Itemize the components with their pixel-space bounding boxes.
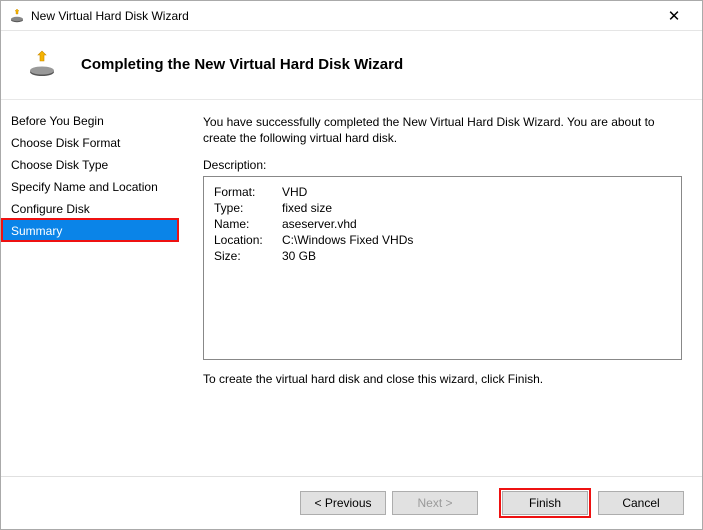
step-choose-disk-format[interactable]: Choose Disk Format	[1, 132, 179, 154]
summary-value: VHD	[282, 185, 307, 199]
app-icon	[9, 8, 25, 24]
wizard-window: New Virtual Hard Disk Wizard ✕ Completin…	[0, 0, 703, 530]
wizard-content: You have successfully completed the New …	[179, 100, 702, 476]
next-button: Next >	[392, 491, 478, 515]
summary-value: 30 GB	[282, 249, 316, 263]
close-button[interactable]: ✕	[654, 7, 694, 25]
titlebar: New Virtual Hard Disk Wizard ✕	[1, 1, 702, 31]
wizard-heading: Completing the New Virtual Hard Disk Wiz…	[81, 56, 403, 73]
summary-value: fixed size	[282, 201, 332, 215]
summary-row-name: Name: aseserver.vhd	[214, 217, 671, 231]
finish-button[interactable]: Finish	[502, 491, 588, 515]
step-specify-name-location[interactable]: Specify Name and Location	[1, 176, 179, 198]
summary-outro-text: To create the virtual hard disk and clos…	[203, 372, 682, 386]
summary-key: Location:	[214, 233, 282, 247]
step-configure-disk[interactable]: Configure Disk	[1, 198, 179, 220]
wizard-icon	[27, 49, 57, 79]
summary-key: Format:	[214, 185, 282, 199]
step-before-you-begin[interactable]: Before You Begin	[1, 110, 179, 132]
summary-row-location: Location: C:\Windows Fixed VHDs	[214, 233, 671, 247]
summary-key: Type:	[214, 201, 282, 215]
cancel-button[interactable]: Cancel	[598, 491, 684, 515]
window-title: New Virtual Hard Disk Wizard	[31, 9, 654, 23]
previous-button[interactable]: < Previous	[300, 491, 386, 515]
summary-value: C:\Windows Fixed VHDs	[282, 233, 413, 247]
description-label: Description:	[203, 158, 682, 172]
summary-row-size: Size: 30 GB	[214, 249, 671, 263]
wizard-steps-sidebar: Before You Begin Choose Disk Format Choo…	[1, 100, 179, 476]
description-box: Format: VHD Type: fixed size Name: asese…	[203, 176, 682, 360]
summary-value: aseserver.vhd	[282, 217, 357, 231]
summary-key: Size:	[214, 249, 282, 263]
wizard-footer: < Previous Next > Finish Cancel	[1, 476, 702, 529]
summary-key: Name:	[214, 217, 282, 231]
summary-row-format: Format: VHD	[214, 185, 671, 199]
summary-row-type: Type: fixed size	[214, 201, 671, 215]
summary-intro-text: You have successfully completed the New …	[203, 114, 682, 146]
step-choose-disk-type[interactable]: Choose Disk Type	[1, 154, 179, 176]
nav-button-group: < Previous Next >	[300, 491, 478, 515]
wizard-body: Before You Begin Choose Disk Format Choo…	[1, 100, 702, 476]
step-summary[interactable]: Summary	[1, 220, 179, 242]
wizard-header: Completing the New Virtual Hard Disk Wiz…	[1, 31, 702, 100]
